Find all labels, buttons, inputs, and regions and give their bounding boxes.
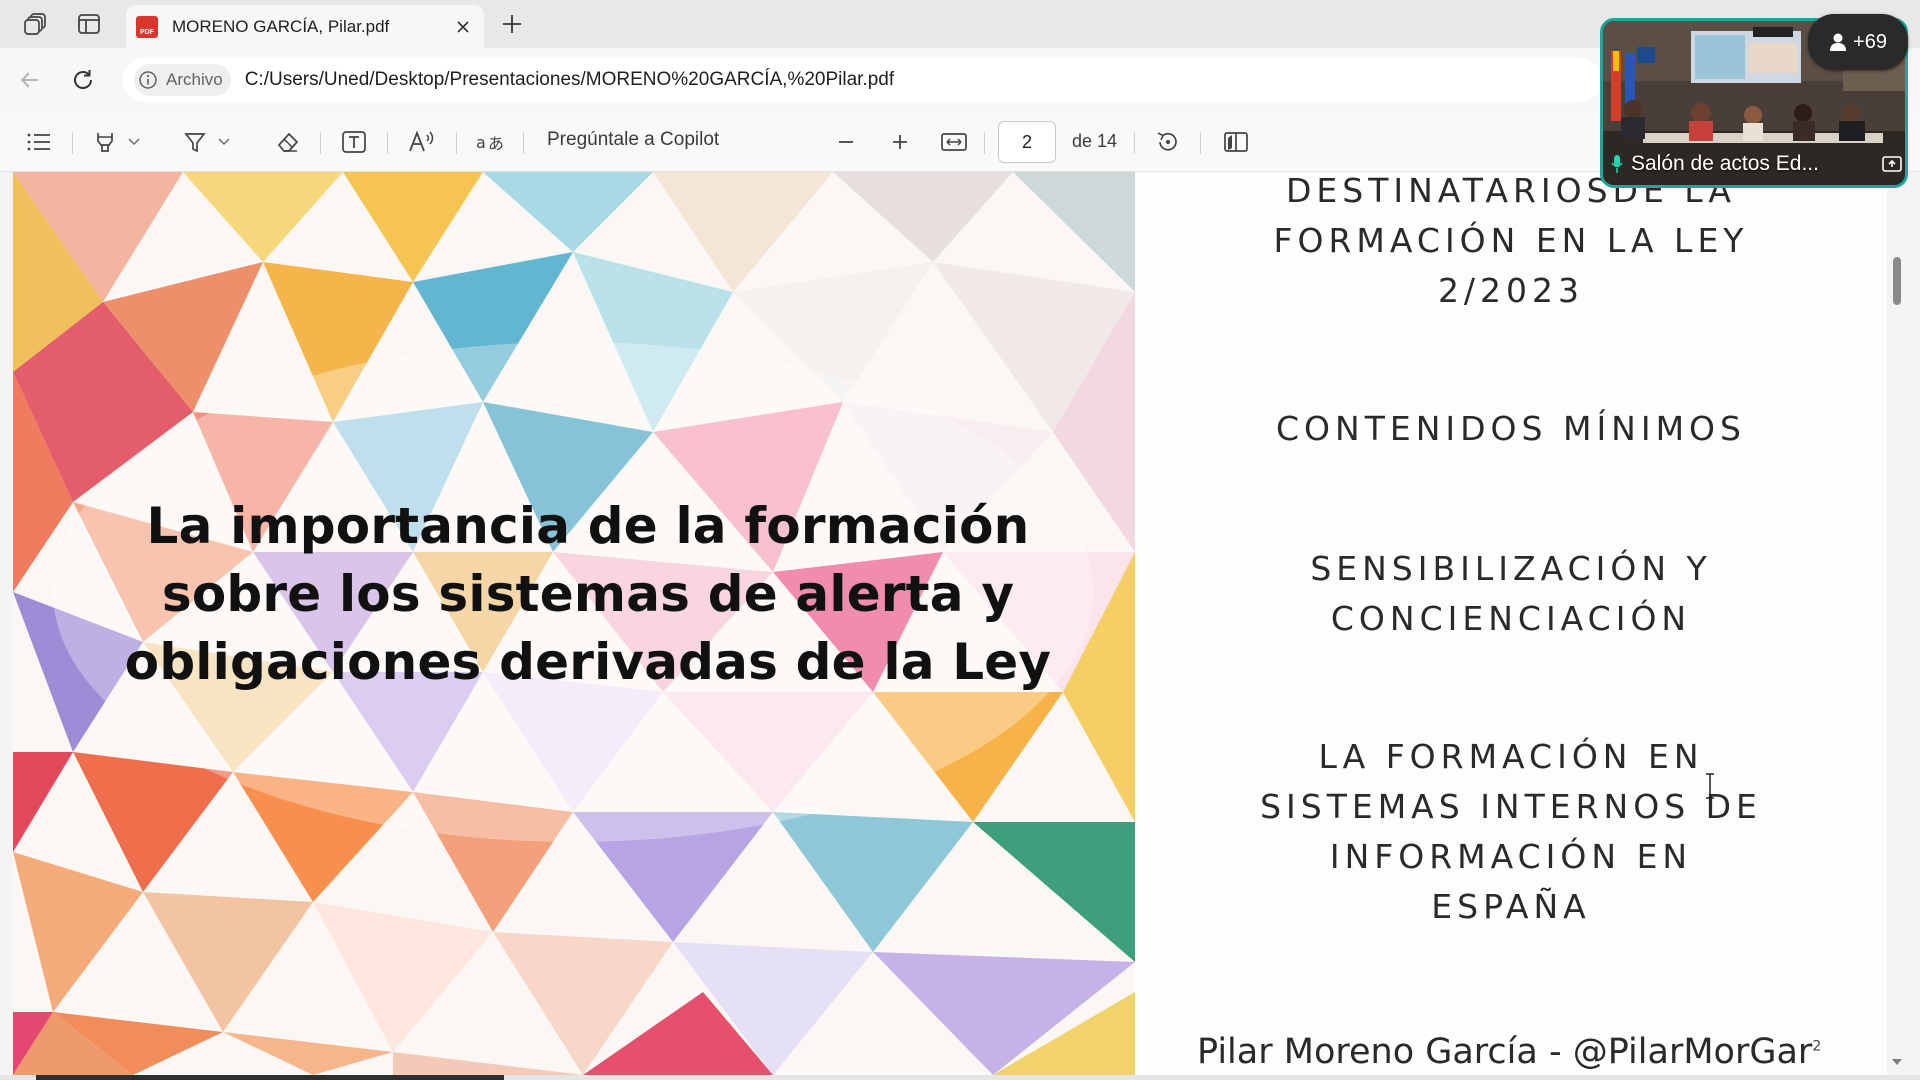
- zoom-in-icon[interactable]: [882, 124, 918, 160]
- page-total-label: de 14: [1072, 131, 1118, 151]
- agenda-line: FORMACIÓN EN LA LEY: [1273, 221, 1749, 260]
- vertical-scrollbar[interactable]: [1887, 172, 1907, 1075]
- agenda-line: SISTEMAS INTERNOS DE: [1260, 787, 1762, 826]
- rotate-icon[interactable]: [1150, 124, 1186, 160]
- person-icon: [1830, 33, 1847, 51]
- microphone-icon: [1611, 155, 1623, 173]
- agenda-item: DESTINATARIOSDE LA FORMACIÓN EN LA LEY 2…: [1135, 172, 1887, 316]
- page-number-input[interactable]: [998, 121, 1056, 163]
- agenda-line: LA FORMACIÓN EN: [1318, 737, 1704, 776]
- close-icon[interactable]: [452, 16, 474, 38]
- zoom-out-icon[interactable]: [828, 124, 864, 160]
- participants-count: +69: [1853, 30, 1887, 53]
- pdf-icon: PDF: [136, 15, 158, 38]
- info-icon: [139, 71, 157, 89]
- url-text[interactable]: C:/Users/Uned/Desktop/Presentaciones/MOR…: [245, 69, 894, 91]
- eraser-icon[interactable]: [270, 124, 306, 160]
- tab-actions-icon[interactable]: [71, 8, 107, 40]
- slide-main-title: La importancia de la formación sobre los…: [13, 492, 1135, 696]
- ask-copilot-button[interactable]: Pregúntale a Copilot: [547, 129, 719, 151]
- scroll-down-icon[interactable]: [1891, 1056, 1903, 1068]
- agenda-line: CONTENIDOS MÍNIMOS: [1276, 409, 1746, 448]
- bottom-progress-bar: [36, 1075, 504, 1080]
- agenda-item: CONTENIDOS MÍNIMOS: [1135, 404, 1887, 454]
- svg-text:あ: あ: [488, 134, 504, 153]
- draw-icon[interactable]: [178, 124, 234, 160]
- agenda-line: SENSIBILIZACIÓN Y: [1310, 549, 1712, 588]
- active-tab[interactable]: PDF MORENO GARCÍA, Pilar.pdf: [126, 5, 484, 48]
- fit-width-icon[interactable]: [936, 124, 972, 160]
- site-info-button[interactable]: Archivo: [134, 64, 231, 96]
- video-caption: Salón de actos Ed...: [1611, 149, 1903, 179]
- room-label: Salón de actos Ed...: [1631, 152, 1819, 175]
- omnibox[interactable]: Archivo C:/Users/Uned/Desktop/Presentaci…: [122, 58, 1602, 102]
- text-cursor-icon: [1704, 773, 1716, 799]
- agenda-item: SENSIBILIZACIÓN Y CONCIENCIACIÓN: [1135, 544, 1887, 644]
- text-box-icon[interactable]: [336, 124, 372, 160]
- slide-agenda-page: DESTINATARIOSDE LA FORMACIÓN EN LA LEY 2…: [1135, 172, 1887, 1075]
- slide-footer: Pilar Moreno García - @PilarMorGar2: [1197, 1032, 1821, 1072]
- svg-text:a: a: [476, 133, 486, 152]
- workspaces-icon[interactable]: [18, 8, 54, 40]
- agenda-line: CONCIENCIACIÓN: [1330, 599, 1692, 638]
- highlight-icon[interactable]: [88, 124, 144, 160]
- scroll-thumb[interactable]: [1893, 257, 1901, 306]
- title-line: obligaciones derivadas de la Ley: [124, 633, 1052, 691]
- site-info-label: Archivo: [166, 70, 223, 89]
- popout-icon[interactable]: [1881, 155, 1903, 173]
- tab-title: MORENO GARCÍA, Pilar.pdf: [172, 16, 390, 36]
- read-aloud-icon[interactable]: [402, 124, 442, 160]
- agenda-line: INFORMACIÓN EN: [1329, 837, 1693, 876]
- refresh-icon[interactable]: [65, 62, 101, 98]
- translate-icon[interactable]: aあ: [470, 124, 510, 160]
- page-view-icon[interactable]: [1218, 124, 1254, 160]
- chevron-down-icon[interactable]: [218, 138, 230, 146]
- new-tab-icon[interactable]: [494, 8, 530, 40]
- agenda-line: 2/2023: [1437, 271, 1585, 310]
- title-line: La importancia de la formación: [146, 497, 1030, 555]
- footer-text: Pilar Moreno García - @PilarMorGar: [1197, 1032, 1813, 1072]
- contents-icon[interactable]: [22, 124, 56, 160]
- back-icon[interactable]: [12, 62, 48, 98]
- slide-page-number: 2: [1812, 1038, 1822, 1055]
- slide-title-page: La importancia de la formación sobre los…: [13, 172, 1135, 1075]
- title-line: sobre los sistemas de alerta y: [161, 565, 1015, 623]
- agenda-line: ESPAÑA: [1431, 887, 1591, 926]
- chevron-down-icon[interactable]: [128, 138, 140, 146]
- pdf-document-area[interactable]: La importancia de la formación sobre los…: [0, 172, 1920, 1075]
- bottom-strip: [0, 1075, 1920, 1080]
- participants-badge[interactable]: +69: [1808, 14, 1908, 70]
- agenda-item: LA FORMACIÓN EN SISTEMAS INTERNOS DE INF…: [1135, 732, 1887, 932]
